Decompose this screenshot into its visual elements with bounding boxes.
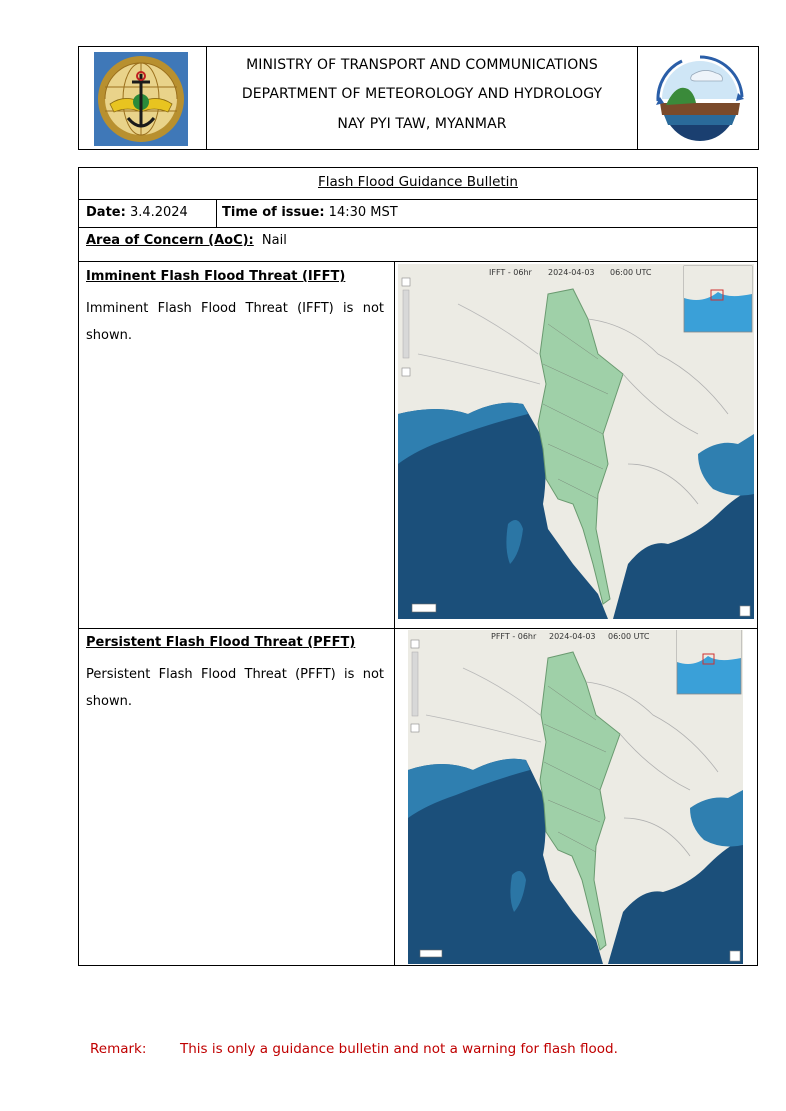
header-ministry: MINISTRY OF TRANSPORT AND COMMUNICATIONS [246, 57, 598, 73]
pfft-map[interactable]: PFFT - 06hr 2024-04-03 06:00 UTC [408, 630, 743, 964]
rule-date [78, 227, 758, 228]
header-location: NAY PYI TAW, MYANMAR [337, 116, 507, 132]
pfft-text: Persistent Flash Flood Threat (PFFT) is … [86, 667, 384, 709]
header-department: DEPARTMENT OF METEOROLOGY AND HYDROLOGY [241, 86, 603, 102]
bulletin-title: Flash Flood Guidance Bulletin [318, 174, 518, 190]
pfft-map-time: 06:00 UTC [608, 632, 650, 641]
date-cell: Date: 3.4.2024 [86, 205, 188, 220]
rule-col-split [394, 261, 395, 966]
header-divider-right [637, 46, 638, 150]
aoc-cell: Area of Concern (AoC): Nail [86, 233, 287, 248]
date-value: 3.4.2024 [129, 205, 188, 220]
issue-time-label: Time of issue: [222, 205, 325, 220]
ifft-map-date: 2024-04-03 [548, 268, 595, 277]
issue-time-value: 14:30 MST [328, 205, 398, 220]
ifft-map-time: 06:00 UTC [610, 268, 652, 277]
hydrology-logo [652, 53, 748, 145]
aoc-value: Nail [261, 233, 287, 248]
remark-text: This is only a guidance bulletin and not… [180, 1041, 618, 1057]
rule-ifft [78, 628, 758, 629]
rule-date-split [216, 199, 217, 228]
ifft-map-label: IFFT - 06hr [489, 268, 532, 277]
rule-aoc [78, 261, 758, 262]
ifft-text: Imminent Flash Flood Threat (IFFT) is no… [86, 301, 384, 343]
pfft-map-date: 2024-04-03 [549, 632, 596, 641]
issue-time-cell: Time of issue: 14:30 MST [222, 205, 398, 220]
pfft-map-label: PFFT - 06hr [491, 632, 537, 641]
ifft-map[interactable]: IFFT - 06hr 2024-04-03 06:00 UTC [398, 264, 754, 619]
ministry-logo [94, 52, 188, 146]
rule-title [78, 199, 758, 200]
pfft-heading: Persistent Flash Flood Threat (PFFT) [86, 635, 356, 650]
remark-label: Remark: [90, 1041, 147, 1057]
ifft-heading: Imminent Flash Flood Threat (IFFT) [86, 269, 346, 284]
date-label: Date: [86, 205, 126, 220]
aoc-label: Area of Concern (AoC): [86, 233, 254, 248]
